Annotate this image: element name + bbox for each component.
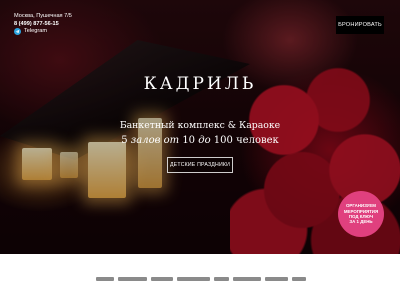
book-button[interactable]: БРОНИРОВАТЬ xyxy=(336,16,384,34)
cropped-heading xyxy=(96,275,306,281)
from-value: 10 xyxy=(182,135,196,146)
hero-subtitle: Банкетный комплекс & Караоке xyxy=(119,120,281,131)
kids-parties-button[interactable]: ДЕТСКИЕ ПРАЗДНИКИ xyxy=(167,157,233,173)
halls-capacity: 5 залов от 10 до 100 человек xyxy=(0,135,400,146)
telegram-label: Telegram xyxy=(24,28,48,35)
address-text: Москва, Пушечная 7/5 xyxy=(14,13,72,19)
people-word: человек xyxy=(236,135,279,146)
telegram-link[interactable]: Telegram xyxy=(14,28,72,36)
halls-count: 5 xyxy=(121,135,128,146)
promo-line: ЗА 1 ДЕНЬ xyxy=(349,219,373,225)
phone-link[interactable]: 8 (499) 877-56-15 xyxy=(14,21,72,29)
halls-word: залов xyxy=(130,135,161,146)
site-logo[interactable]: КАДРИЛЬ xyxy=(0,74,400,94)
next-section xyxy=(0,254,400,281)
promo-badge[interactable]: ОРГАНИЗУЕМ МЕРОПРИЯТИЯ ПОД КЛЮЧ ЗА 1 ДЕН… xyxy=(338,191,384,237)
contact-block: Москва, Пушечная 7/5 8 (499) 877-56-15 T… xyxy=(14,13,72,36)
to-word: до xyxy=(198,135,211,146)
from-word: от xyxy=(163,135,180,146)
telegram-icon xyxy=(14,28,21,36)
to-value: 100 xyxy=(213,135,233,146)
